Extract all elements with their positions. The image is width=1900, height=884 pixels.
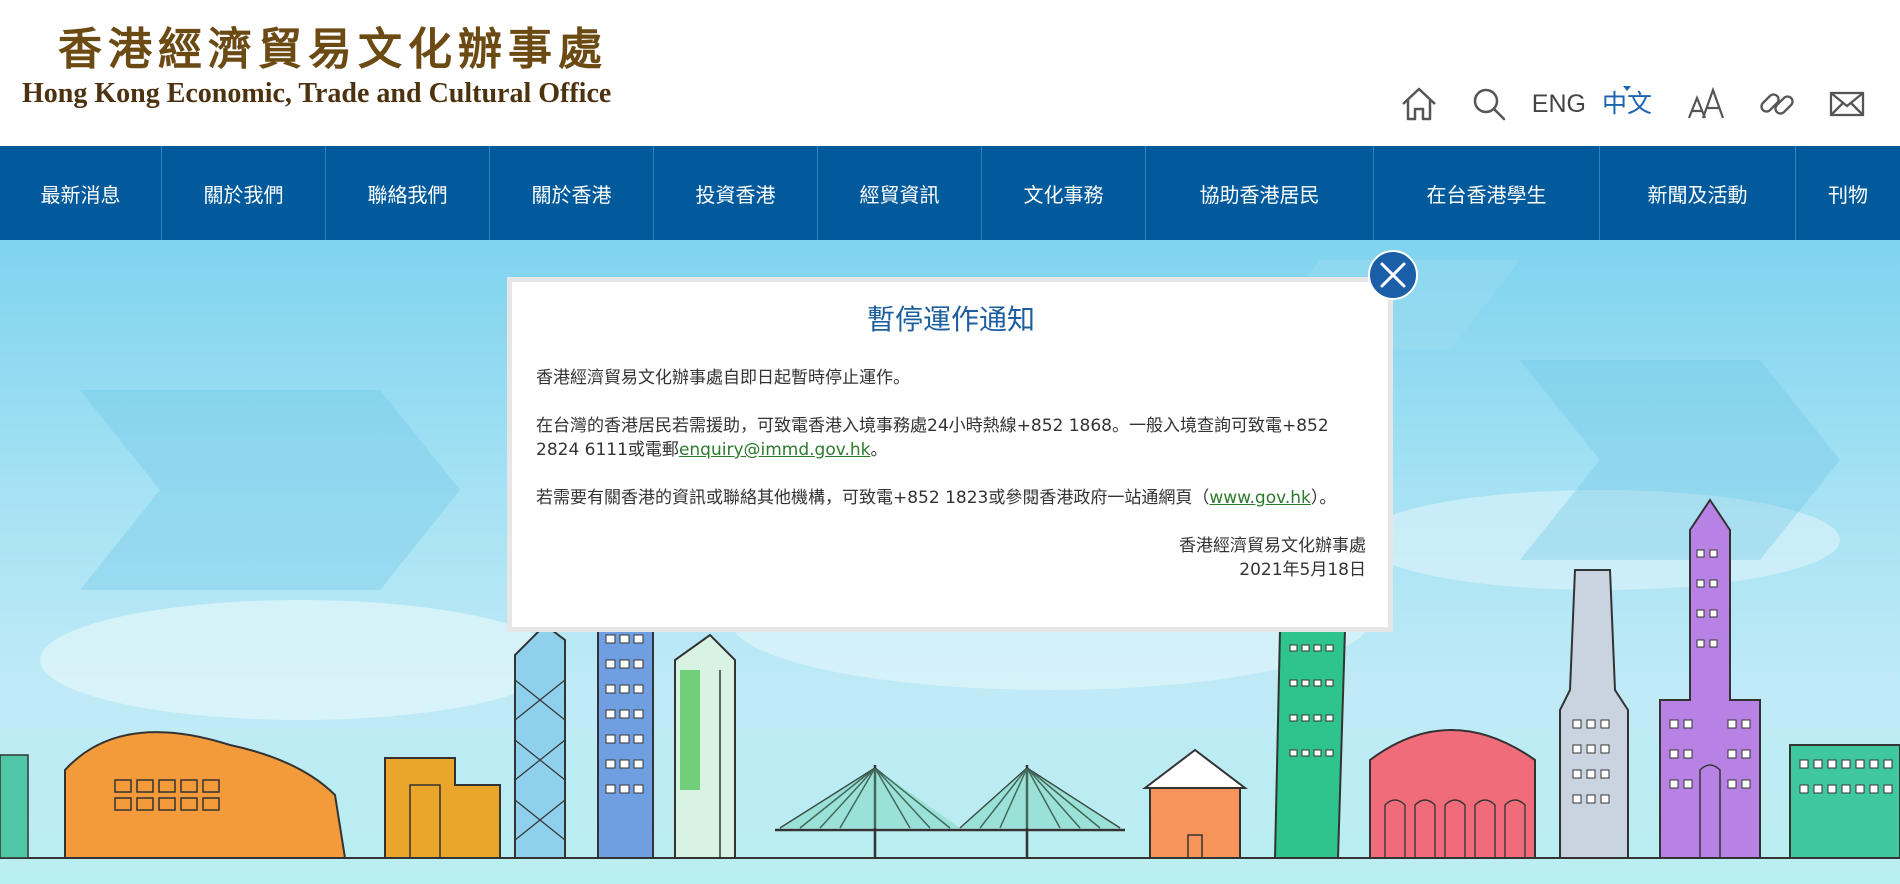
lang-chinese-link[interactable]: 中文 [1594, 80, 1660, 128]
notice-text-2: 在台灣的香港居民若需援助，可致電香港入境事務處24小時熱線+852 1868。一… [536, 416, 1329, 460]
nav-item-trade-info[interactable]: 經貿資訊 [818, 146, 982, 240]
font-size-button[interactable] [1672, 80, 1742, 128]
logo-english-name: Hong Kong Economic, Trade and Cultural O… [22, 78, 612, 109]
header-toolbar: ENG 中文 [1384, 80, 1882, 128]
signature-org: 香港經濟貿易文化辦事處 [1179, 536, 1366, 556]
nav-item-publications[interactable]: 刊物 [1796, 146, 1900, 240]
dialog-title: 暫停運作通知 [866, 303, 1035, 336]
site-header: 香港經濟貿易文化辦事處 Hong Kong Economic, Trade an… [0, 0, 1900, 146]
nav-item-latest-news[interactable]: 最新消息 [0, 146, 162, 240]
notice-paragraph-2: 在台灣的香港居民若需援助，可致電香港入境事務處24小時熱線+852 1868。一… [536, 414, 1366, 462]
home-icon [1401, 87, 1436, 121]
main-navigation: 最新消息 關於我們 聯絡我們 關於香港 投資香港 經貿資訊 文化事務 協助香港居… [0, 146, 1900, 240]
govhk-link[interactable]: www.gov.hk [1209, 488, 1311, 508]
notice-paragraph-3: 若需要有關香港的資訊或聯絡其他機構，可致電+852 1823或參閱香港政府一站通… [536, 486, 1366, 510]
notice-text-1: 香港經濟貿易文化辦事處自即日起暫時停止運作。 [536, 368, 910, 388]
close-icon [1380, 262, 1406, 288]
nav-item-about-us[interactable]: 關於我們 [162, 146, 326, 240]
lang-english-link[interactable]: ENG [1524, 80, 1594, 128]
font-size-icon [1687, 86, 1725, 119]
search-icon [1473, 88, 1506, 121]
link-icon [1760, 93, 1794, 115]
home-button[interactable] [1384, 80, 1454, 128]
nav-item-assist-residents[interactable]: 協助香港居民 [1146, 146, 1374, 240]
notice-text-3-end: ）。 [1310, 488, 1337, 508]
nav-item-about-hong-kong[interactable]: 關於香港 [490, 146, 654, 240]
signature-date: 2021年5月18日 [1239, 560, 1366, 580]
close-dialog-button[interactable] [1368, 250, 1418, 300]
nav-item-news-events[interactable]: 新聞及活動 [1600, 146, 1796, 240]
logo-chinese-name: 香港經濟貿易文化辦事處 [58, 24, 608, 75]
notice-text-3: 若需要有關香港的資訊或聯絡其他機構，可致電+852 1823或參閱香港政府一站通… [536, 488, 1210, 508]
notice-paragraph-1: 香港經濟貿易文化辦事處自即日起暫時停止運作。 [536, 366, 1366, 390]
notice-text-2-end: 。 [870, 440, 888, 460]
nav-item-contact-us[interactable]: 聯絡我們 [326, 146, 490, 240]
suspension-notice-dialog: 暫停運作通知 香港經濟貿易文化辦事處自即日起暫時停止運作。 在台灣的香港居民若需… [507, 277, 1393, 632]
mail-button[interactable] [1812, 80, 1882, 128]
mail-icon [1829, 91, 1865, 117]
immd-email-link[interactable]: enquiry@immd.gov.hk [679, 440, 871, 460]
nav-item-invest-hong-kong[interactable]: 投資香港 [654, 146, 818, 240]
search-button[interactable] [1454, 80, 1524, 128]
nav-item-hk-students[interactable]: 在台香港學生 [1374, 146, 1600, 240]
link-button[interactable] [1742, 80, 1812, 128]
nav-item-cultural-affairs[interactable]: 文化事務 [982, 146, 1146, 240]
site-logo[interactable]: 香港經濟貿易文化辦事處 Hong Kong Economic, Trade an… [22, 22, 611, 110]
